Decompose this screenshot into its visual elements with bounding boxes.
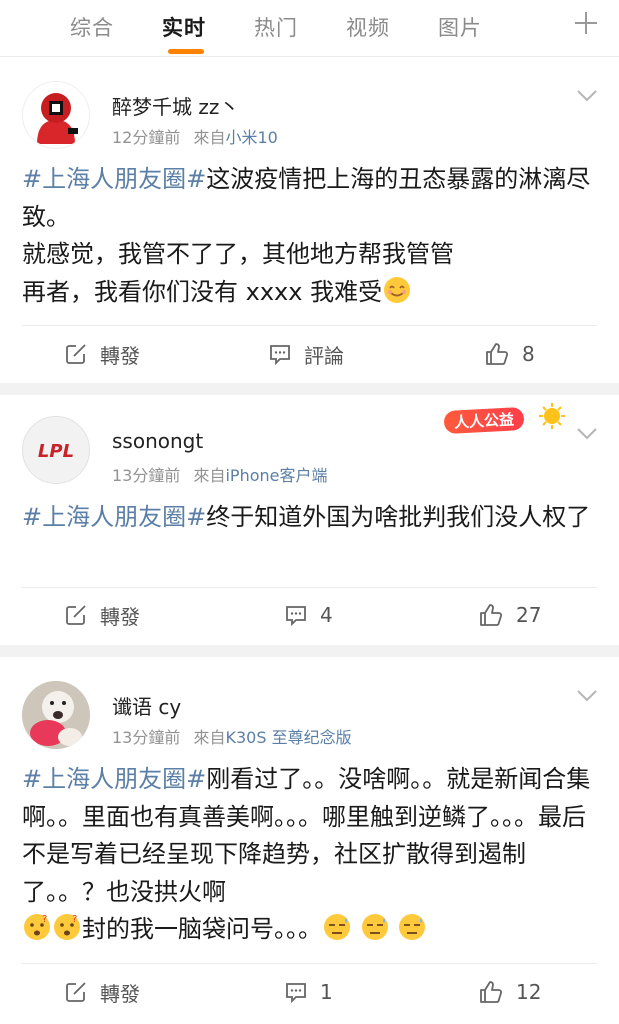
charity-badge: 人人公益	[436, 402, 572, 440]
comment-label: 評論	[304, 343, 344, 368]
post-source[interactable]: iPhone客户端	[225, 466, 327, 485]
comment-count: 1	[320, 980, 333, 1004]
from-label: 來自	[193, 466, 226, 485]
tab-realtime[interactable]: 实时	[162, 12, 206, 42]
topic-link[interactable]: #上海人朋友圈#	[22, 765, 206, 793]
topic-link[interactable]: #上海人朋友圈#	[22, 165, 206, 193]
add-tab-icon[interactable]	[571, 8, 601, 38]
post-content: #上海人朋友圈#刚看过了。。没啥啊。。就是新闻合集啊。。里面也有真善美啊。。。哪…	[22, 761, 602, 949]
thumbs-up-icon	[486, 343, 509, 365]
sweat-emoji-icon	[361, 914, 388, 940]
post-meta: 13分鐘前 來自K30S 至尊纪念版	[112, 724, 352, 748]
sweat-emoji-icon	[324, 914, 350, 940]
svg-text:?: ?	[72, 914, 77, 925]
repost-icon	[66, 605, 86, 625]
post-source[interactable]: K30S 至尊纪念版	[225, 728, 351, 747]
post-time: 13分鐘前	[112, 466, 181, 485]
avatar[interactable]	[22, 81, 90, 149]
confused-emoji-icon: ?	[54, 914, 80, 940]
avatar[interactable]: LPL	[22, 416, 90, 484]
username[interactable]: 谶语 cy	[112, 691, 181, 720]
sweat-emoji-icon	[399, 914, 426, 940]
divider	[22, 587, 597, 588]
divider	[22, 963, 597, 964]
repost-label: 轉發	[100, 343, 140, 368]
topic-link[interactable]: #上海人朋友圈#	[22, 503, 206, 531]
svg-text:?: ?	[42, 914, 47, 925]
section-separator	[0, 383, 619, 395]
active-tab-indicator	[168, 49, 204, 54]
like-count: 27	[516, 603, 542, 627]
comment-button[interactable]: 4	[284, 600, 333, 630]
smile-emoji-icon	[384, 276, 411, 303]
like-button[interactable]: 12	[478, 977, 541, 1007]
repost-label: 轉發	[100, 981, 140, 1006]
post-content: #上海人朋友圈#这波疫情把上海的丑态暴露的淋漓尽致。 就感觉，我管不了了，其他地…	[22, 161, 602, 311]
repost-button[interactable]: 轉發	[64, 339, 140, 369]
repost-button[interactable]: 轉發	[64, 977, 140, 1007]
post-meta: 13分鐘前 來自iPhone客户端	[112, 462, 328, 486]
post-content: #上海人朋友圈#终于知道外国为啥批判我们没人权了	[22, 499, 602, 537]
post-time: 12分鐘前	[112, 128, 181, 147]
username[interactable]: 醉梦千城 zz丶	[112, 91, 239, 120]
comment-button[interactable]: 評論	[268, 339, 344, 369]
tab-video[interactable]: 视频	[346, 12, 390, 42]
tab-hot[interactable]: 热门	[254, 12, 298, 42]
thumbs-up-icon	[480, 604, 503, 626]
top-tab-bar: 综合 实时 热门 视频 图片	[0, 0, 619, 56]
like-count: 8	[522, 342, 535, 366]
repost-icon	[66, 982, 86, 1002]
post-text: 就感觉，我管不了了，其他地方帮我管管	[22, 240, 454, 268]
comment-icon	[286, 606, 306, 627]
chevron-down-icon[interactable]	[576, 89, 598, 103]
post-source[interactable]: 小米10	[225, 128, 277, 147]
avatar[interactable]	[22, 681, 90, 749]
from-label: 來自	[193, 728, 226, 747]
divider	[22, 325, 597, 326]
like-button[interactable]: 8	[484, 339, 535, 369]
username[interactable]: ssonongt	[112, 429, 203, 453]
like-count: 12	[516, 980, 542, 1004]
thumbs-up-icon	[480, 981, 503, 1003]
charity-badge-label: 人人公益	[443, 406, 525, 435]
comment-icon	[270, 345, 290, 366]
repost-icon	[66, 344, 86, 364]
comment-count: 4	[320, 603, 333, 627]
post-text: 再者，我看你们没有 xxxx 我难受	[22, 277, 383, 306]
post-card: 醉梦千城 zz丶 12分鐘前 來自小米10 #上海人朋友圈#这波疫情把上海的丑态…	[0, 57, 619, 383]
comment-icon	[286, 983, 306, 1004]
post-time: 13分鐘前	[112, 728, 181, 747]
repost-label: 轉發	[100, 604, 140, 629]
chevron-down-icon[interactable]	[576, 689, 598, 703]
comment-button[interactable]: 1	[284, 977, 333, 1007]
avatar-logo-text: LPL	[38, 441, 74, 462]
section-separator	[0, 645, 619, 657]
post-text: 终于知道外国为啥批判我们没人权了	[206, 503, 591, 531]
confused-emoji-icon: ?	[24, 914, 50, 940]
sun-icon	[539, 403, 565, 429]
post-meta: 12分鐘前 來自小米10	[112, 124, 278, 148]
repost-button[interactable]: 轉發	[64, 600, 140, 630]
from-label: 來自	[193, 128, 226, 147]
post-text: 封的我一脑袋问号。。。	[82, 915, 322, 943]
chevron-down-icon[interactable]	[576, 427, 598, 441]
like-button[interactable]: 27	[478, 600, 541, 630]
tab-comprehensive[interactable]: 综合	[70, 12, 114, 42]
tab-images[interactable]: 图片	[438, 12, 482, 42]
post-card: 谶语 cy 13分鐘前 來自K30S 至尊纪念版 #上海人朋友圈#刚看过了。。没…	[0, 657, 619, 1024]
